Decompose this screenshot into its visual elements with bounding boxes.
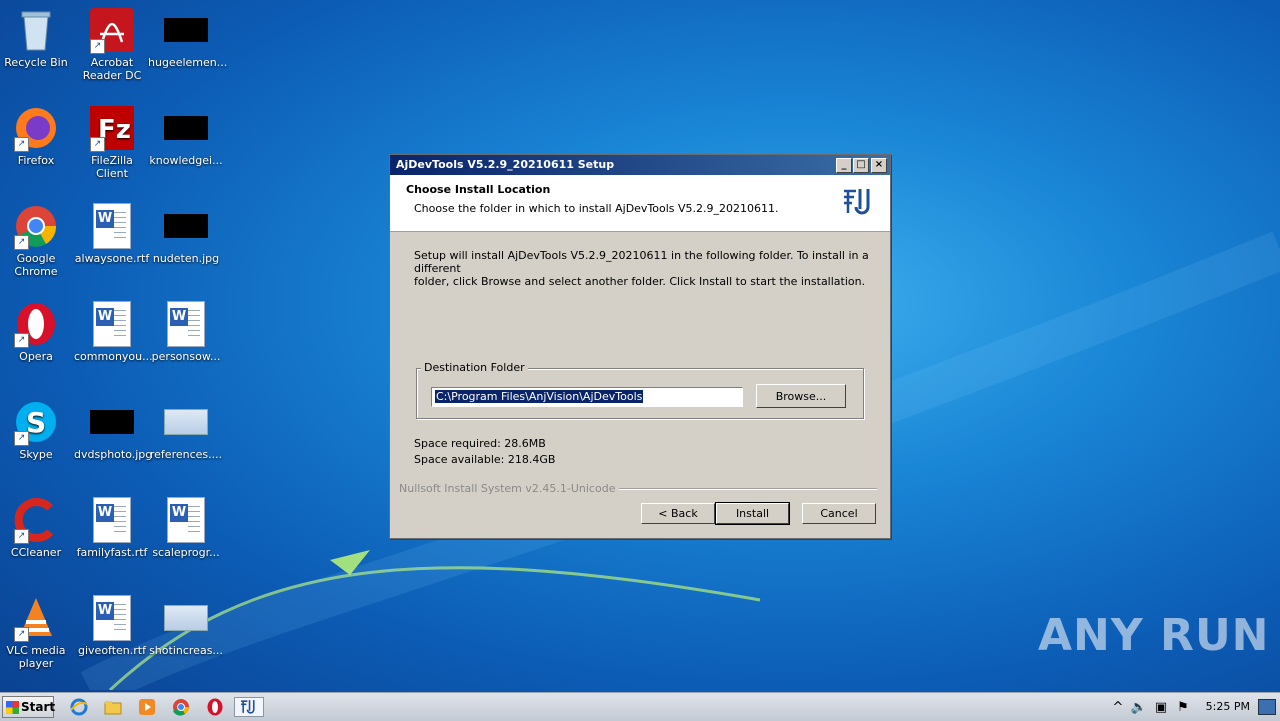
desktop-icon-label: Opera [19, 350, 53, 363]
desktop-icon-label: commonyou... [74, 350, 153, 363]
dialog-title: AjDevTools V5.2.9_20210611 Setup [396, 158, 615, 171]
desktop-icon-label: scaleprogr... [152, 546, 220, 559]
system-tray: ^ 🔈 ▣ ⚑ 5:25 PM [1105, 693, 1280, 721]
branding-line: Nullsoft Install System v2.45.1-Unicode [399, 482, 877, 495]
action-center-flag-icon[interactable]: ⚑ [1175, 697, 1191, 717]
volume-icon[interactable]: 🔈 [1131, 697, 1147, 717]
black-thumbnail-icon [90, 410, 134, 434]
recycle-bin-icon [21, 11, 51, 51]
dialog-header: Choose Install Location Choose the folde… [390, 175, 890, 232]
desktop-icon-label: VLC media player [6, 644, 66, 670]
start-label: Start [21, 700, 56, 714]
desktop-icon-label: Acrobat Reader DC [82, 56, 142, 82]
svg-text:S: S [26, 406, 46, 439]
desktop-icon-recycle-bin[interactable]: Recycle Bin [0, 8, 74, 69]
word-doc-icon: W [93, 497, 131, 543]
header-subtitle: Choose the folder in which to install Aj… [414, 202, 779, 215]
desktop-icon-label: Recycle Bin [4, 56, 68, 69]
ajdevtools-logo-icon [844, 189, 870, 215]
desktop-icon-familyfast[interactable]: W familyfast.rtf [74, 497, 150, 559]
maximize-button[interactable]: □ [853, 158, 869, 173]
desktop-icon-filezilla[interactable]: Fz ↗ FileZilla Client [74, 106, 150, 180]
desktop-icon-label: personsow... [151, 350, 221, 363]
black-thumbnail-icon [164, 214, 208, 238]
network-icon[interactable]: ▣ [1153, 697, 1169, 717]
desktop-icon-label: giveoften.rtf [78, 644, 146, 657]
desktop-icon-label: hugeelemen... [148, 56, 228, 69]
desktop-icon-references[interactable]: references.... [148, 400, 224, 461]
space-required: Space required: 28.6MB [414, 437, 546, 450]
back-button[interactable]: < Back [641, 503, 715, 524]
anyrun-watermark: ANY RUN [1038, 610, 1270, 661]
cancel-button[interactable]: Cancel [802, 503, 876, 524]
blank-file-icon [164, 409, 208, 435]
desktop-icon-acrobat[interactable]: ↗ Acrobat Reader DC [74, 8, 150, 82]
word-doc-icon: W [93, 301, 131, 347]
space-available: Space available: 218.4GB [414, 453, 556, 466]
header-title: Choose Install Location [406, 183, 551, 196]
start-button[interactable]: Start [2, 696, 56, 718]
ajdevtools-setup-taskbar-icon[interactable] [234, 697, 264, 717]
desktop-icon-vlc[interactable]: ↗ VLC media player [0, 596, 74, 670]
desktop-icon-shotincreas[interactable]: shotincreas... [148, 596, 224, 657]
desktop-icon-label: Firefox [17, 154, 55, 167]
chrome-taskbar-icon[interactable] [170, 697, 192, 717]
minimize-button[interactable]: _ [836, 158, 852, 173]
desktop-icon-label: dvdsphoto.jpg [74, 448, 153, 461]
desktop-icon-label: FileZilla Client [91, 154, 133, 180]
desktop-icon-personsow[interactable]: W personsow... [148, 301, 224, 363]
desktop-icon-label: CCleaner [10, 546, 62, 559]
destination-folder-group: Destination Folder C:\Program Files\AnjV… [416, 361, 864, 419]
show-desktop-button[interactable] [1258, 699, 1276, 715]
browse-button[interactable]: Browse... [756, 384, 846, 408]
desktop-icon-scaleprogr[interactable]: W scaleprogr... [148, 497, 224, 559]
ie-icon[interactable] [68, 697, 90, 717]
windows-flag-icon [6, 701, 19, 714]
desktop-icon-nudeten[interactable]: nudeten.jpg [148, 204, 224, 265]
branding-text: Nullsoft Install System v2.45.1-Unicode [399, 482, 620, 495]
desktop-icon-label: alwaysone.rtf [74, 252, 150, 265]
description-line: folder, click Browse and select another … [414, 275, 866, 288]
desktop-icon-opera[interactable]: ↗ Opera [0, 302, 74, 363]
desktop-icon-label: familyfast.rtf [76, 546, 148, 559]
blank-file-icon [164, 605, 208, 631]
taskbar: Start ^ 🔈 ▣ ⚑ 5:25 PM [0, 692, 1280, 721]
clock[interactable]: 5:25 PM [1206, 700, 1250, 713]
setup-dialog: AjDevTools V5.2.9_20210611 Setup _ □ × C… [389, 154, 891, 539]
desktop-icon-dvdsphoto[interactable]: dvdsphoto.jpg [74, 400, 153, 461]
media-player-icon[interactable] [136, 697, 158, 717]
desktop-icon-label: shotincreas... [149, 644, 223, 657]
desktop-icon-commonyou[interactable]: W commonyou... [74, 301, 153, 363]
black-thumbnail-icon [164, 18, 208, 42]
desktop-icon-label: Skype [19, 448, 53, 461]
desktop-icon-alwaysone[interactable]: W alwaysone.rtf [74, 203, 150, 265]
desktop-icon-label: knowledgei... [149, 154, 223, 167]
desktop-icon-label: nudeten.jpg [152, 252, 220, 265]
explorer-icon[interactable] [102, 697, 124, 717]
install-description: Setup will install AjDevTools V5.2.9_202… [414, 249, 874, 288]
close-button[interactable]: × [871, 158, 887, 173]
desktop-icon-label: Google Chrome [14, 252, 58, 278]
desktop-icon-label: references.... [149, 448, 223, 461]
desktop-icon-skype[interactable]: S ↗ Skype [0, 400, 74, 461]
destination-path-input[interactable]: C:\Program Files\AnjVision\AjDevTools [431, 387, 743, 407]
desktop-icon-chrome[interactable]: ↗ Google Chrome [0, 204, 74, 278]
opera-taskbar-icon[interactable] [204, 697, 226, 717]
dialog-titlebar[interactable]: AjDevTools V5.2.9_20210611 Setup _ □ × [390, 155, 890, 175]
desktop-icon-giveoften[interactable]: W giveoften.rtf [74, 595, 150, 657]
word-doc-icon: W [93, 595, 131, 641]
desktop-icon-firefox[interactable]: ↗ Firefox [0, 106, 74, 167]
word-doc-icon: W [93, 203, 131, 249]
show-hidden-icons-icon[interactable]: ^ [1111, 697, 1125, 717]
destination-folder-label: Destination Folder [421, 361, 528, 374]
word-doc-icon: W [167, 301, 205, 347]
destination-path-value: C:\Program Files\AnjVision\AjDevTools [435, 390, 644, 403]
black-thumbnail-icon [164, 116, 208, 140]
description-line: Setup will install AjDevTools V5.2.9_202… [414, 249, 869, 275]
desktop-icon-knowledgei[interactable]: knowledgei... [148, 106, 224, 167]
desktop-icon-hugeelemen[interactable]: hugeelemen... [148, 8, 228, 69]
install-button[interactable]: Install [715, 502, 790, 525]
desktop-icon-ccleaner[interactable]: ↗ CCleaner [0, 498, 74, 559]
word-doc-icon: W [167, 497, 205, 543]
